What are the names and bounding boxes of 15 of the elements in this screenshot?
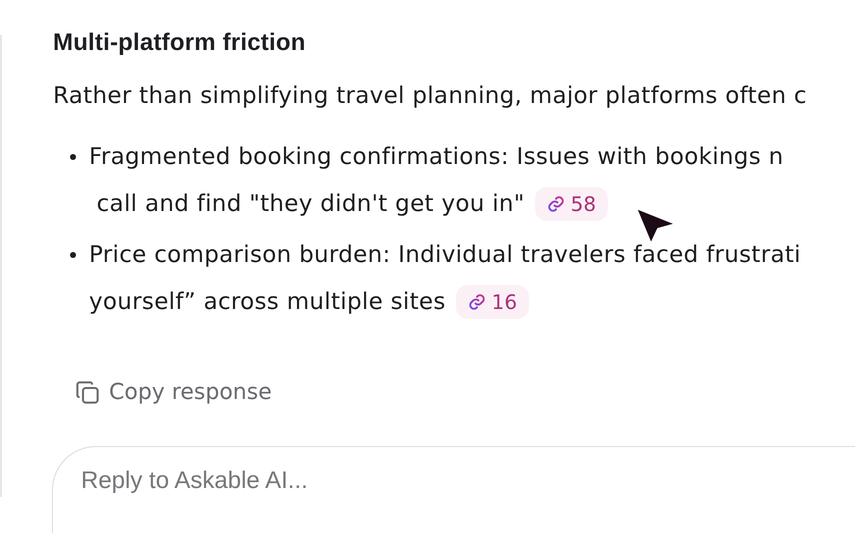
bullet-text: Fragmented booking confirmations: Issues with bookings n [89, 144, 784, 170]
bullet-text: yourself” across multiple sites [89, 288, 446, 314]
copy-icon [74, 379, 101, 406]
section-heading: Multi-platform friction [53, 28, 307, 58]
bullet-dot [70, 154, 76, 160]
bullet-text: call and find "they didn't get you in" [96, 190, 525, 216]
citation-badge[interactable]: 58 [534, 186, 608, 220]
copy-response-button[interactable]: Copy response [74, 379, 272, 406]
link-icon [468, 292, 486, 310]
intro-paragraph: Rather than simplifying travel planning, major platforms often c [53, 82, 808, 111]
citation-badge[interactable]: 16 [456, 284, 530, 318]
link-icon [546, 194, 565, 212]
bullet-text: Price comparison burden: Individual travelers faced frustrati [89, 242, 801, 268]
reply-field[interactable]: Reply to Askable AI... [52, 446, 855, 533]
bullet-dot [70, 252, 76, 258]
